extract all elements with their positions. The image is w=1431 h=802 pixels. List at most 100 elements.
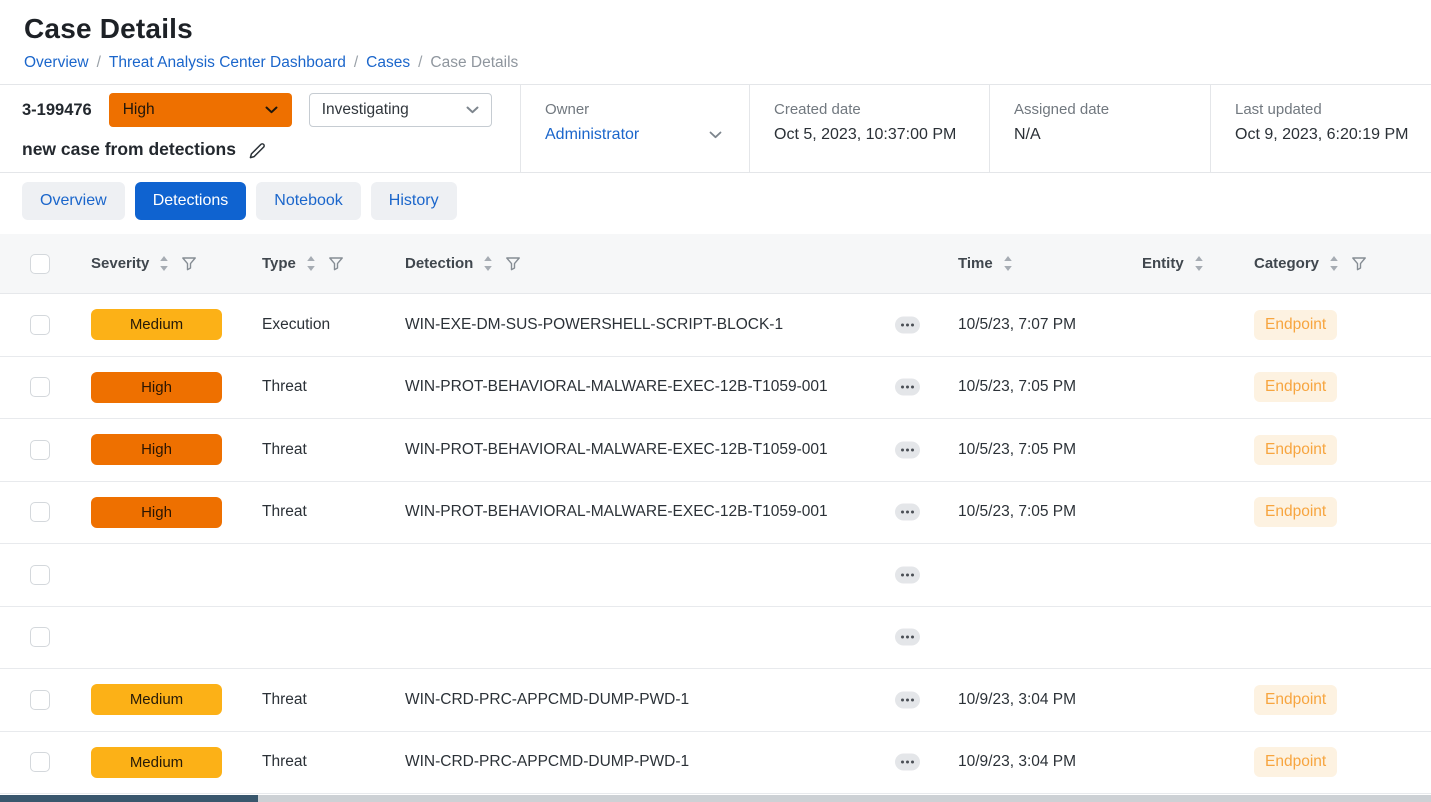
severity-badge: High	[91, 372, 222, 403]
type-cell-text: Threat	[262, 503, 307, 521]
funnel-icon[interactable]	[1351, 256, 1367, 272]
row-checkbox[interactable]	[30, 627, 50, 647]
row-menu-button[interactable]	[895, 754, 920, 771]
ellipsis-icon	[911, 511, 914, 514]
table-row: High Threat WIN-PROT-BEHAVIORAL-MALWARE-…	[0, 419, 1431, 482]
detection-name: WIN-PROT-BEHAVIORAL-MALWARE-EXEC-12B-T10…	[405, 503, 828, 521]
category-badge: Endpoint	[1254, 310, 1337, 340]
case-id: 3-199476	[22, 101, 92, 120]
sort-icon[interactable]	[306, 256, 316, 271]
tab-detections[interactable]: Detections	[135, 182, 247, 220]
pencil-icon	[248, 140, 267, 159]
case-name: new case from detections	[22, 139, 236, 160]
table-row	[0, 544, 1431, 607]
breadcrumb-separator: /	[97, 54, 101, 72]
owner-select[interactable]: Administrator	[545, 126, 749, 144]
ellipsis-icon	[906, 636, 909, 639]
ellipsis-icon	[911, 698, 914, 701]
case-field-assigned-date: Assigned date N/A	[989, 85, 1210, 172]
ellipsis-icon	[906, 761, 909, 764]
funnel-icon[interactable]	[328, 256, 344, 272]
row-menu-button[interactable]	[895, 691, 920, 708]
row-checkbox[interactable]	[30, 690, 50, 710]
case-tabs: Overview Detections Notebook History	[0, 173, 1431, 220]
row-checkbox[interactable]	[30, 315, 50, 335]
severity-badge: Medium	[91, 309, 222, 340]
table-row	[0, 607, 1431, 670]
horizontal-scrollbar-thumb[interactable]	[0, 795, 258, 802]
funnel-icon[interactable]	[505, 256, 521, 272]
row-checkbox[interactable]	[30, 565, 50, 585]
sort-icon[interactable]	[1194, 256, 1204, 271]
sort-icon[interactable]	[159, 256, 169, 271]
tab-overview[interactable]: Overview	[22, 182, 125, 220]
ellipsis-icon	[911, 386, 914, 389]
table-body: Medium Execution WIN-EXE-DM-SUS-POWERSHE…	[0, 294, 1431, 794]
table-row: Medium Threat WIN-CRD-PRC-APPCMD-DUMP-PW…	[0, 732, 1431, 795]
column-header-detection: Detection	[405, 255, 473, 272]
select-all-checkbox[interactable]	[30, 254, 50, 274]
ellipsis-icon	[901, 511, 904, 514]
table-header-row: Severity Type	[0, 234, 1431, 294]
row-menu-button[interactable]	[895, 629, 920, 646]
severity-badge: Medium	[91, 684, 222, 715]
sort-icon[interactable]	[1003, 256, 1013, 271]
time-cell-text: 10/5/23, 7:05 PM	[958, 503, 1076, 521]
row-checkbox[interactable]	[30, 377, 50, 397]
category-badge: Endpoint	[1254, 372, 1337, 402]
sort-icon[interactable]	[483, 256, 493, 271]
row-menu-button[interactable]	[895, 441, 920, 458]
ellipsis-icon	[901, 323, 904, 326]
case-main-section: 3-199476 High Investigating new case fro…	[0, 85, 520, 172]
sort-icon[interactable]	[1329, 256, 1339, 271]
field-label: Created date	[774, 101, 989, 118]
ellipsis-icon	[906, 511, 909, 514]
row-checkbox[interactable]	[30, 752, 50, 772]
field-label: Assigned date	[1014, 101, 1210, 118]
row-checkbox[interactable]	[30, 502, 50, 522]
column-header-entity: Entity	[1142, 255, 1184, 272]
case-status-value: Investigating	[322, 101, 409, 119]
tab-history[interactable]: History	[371, 182, 457, 220]
table-row: High Threat WIN-PROT-BEHAVIORAL-MALWARE-…	[0, 482, 1431, 545]
ellipsis-icon	[911, 761, 914, 764]
edit-case-name-button[interactable]	[246, 138, 269, 161]
ellipsis-icon	[911, 448, 914, 451]
severity-badge: High	[91, 497, 222, 528]
time-cell-text: 10/9/23, 3:04 PM	[958, 753, 1076, 771]
table-row: Medium Threat WIN-CRD-PRC-APPCMD-DUMP-PW…	[0, 669, 1431, 732]
created-date-value: Oct 5, 2023, 10:37:00 PM	[774, 126, 989, 144]
ellipsis-icon	[906, 573, 909, 576]
ellipsis-icon	[906, 698, 909, 701]
case-status-select[interactable]: Investigating	[309, 93, 492, 127]
funnel-icon[interactable]	[181, 256, 197, 272]
ellipsis-icon	[911, 636, 914, 639]
case-field-last-updated: Last updated Oct 9, 2023, 6:20:19 PM	[1210, 85, 1431, 172]
type-cell-text: Threat	[262, 691, 307, 709]
category-badge: Endpoint	[1254, 747, 1337, 777]
table-row: Medium Execution WIN-EXE-DM-SUS-POWERSHE…	[0, 294, 1431, 357]
breadcrumb: Overview / Threat Analysis Center Dashbo…	[24, 54, 1407, 84]
column-header-category: Category	[1254, 255, 1319, 272]
field-label: Owner	[545, 101, 749, 118]
case-field-owner: Owner Administrator	[520, 85, 749, 172]
case-severity-select[interactable]: High	[109, 93, 292, 127]
row-menu-button[interactable]	[895, 566, 920, 583]
row-menu-button[interactable]	[895, 316, 920, 333]
row-checkbox[interactable]	[30, 440, 50, 460]
type-cell-text: Threat	[262, 441, 307, 459]
case-details-page: Case Details Overview / Threat Analysis …	[0, 0, 1431, 802]
category-badge: Endpoint	[1254, 685, 1337, 715]
row-menu-button[interactable]	[895, 379, 920, 396]
row-menu-button[interactable]	[895, 504, 920, 521]
detection-name: WIN-PROT-BEHAVIORAL-MALWARE-EXEC-12B-T10…	[405, 441, 828, 459]
severity-badge: Medium	[91, 747, 222, 778]
breadcrumb-current: Case Details	[430, 54, 518, 72]
breadcrumb-link-cases[interactable]: Cases	[366, 54, 410, 72]
breadcrumb-link-overview[interactable]: Overview	[24, 54, 89, 72]
tab-notebook[interactable]: Notebook	[256, 182, 361, 220]
case-severity-value: High	[123, 101, 155, 119]
horizontal-scrollbar[interactable]	[0, 795, 1431, 802]
breadcrumb-link-threat-analysis-center-dashboard[interactable]: Threat Analysis Center Dashboard	[109, 54, 346, 72]
breadcrumb-separator: /	[354, 54, 358, 72]
